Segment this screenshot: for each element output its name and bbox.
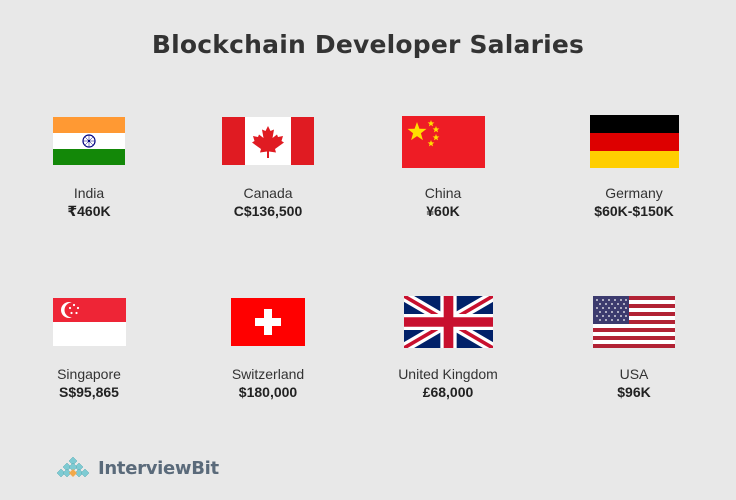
country-card-usa: USA $96K xyxy=(554,365,714,401)
salary-value: ¥60K xyxy=(426,203,460,219)
country-card-india: India ₹460K xyxy=(9,184,169,220)
country-card-switzerland: Switzerland $180,000 xyxy=(188,365,348,401)
usa-flag xyxy=(593,296,675,348)
country-name: Switzerland xyxy=(231,366,305,382)
country-card-china: China ¥60K xyxy=(363,184,523,220)
country-name: China xyxy=(424,185,462,201)
uk-flag xyxy=(404,296,493,348)
country-name: Singapore xyxy=(57,366,121,382)
india-flag xyxy=(53,117,125,165)
salary-value: ₹460K xyxy=(67,203,111,219)
germany-flag xyxy=(590,115,679,168)
canada-flag xyxy=(222,117,314,165)
salary-value: £68,000 xyxy=(422,384,474,400)
country-card-singapore: Singapore S$95,865 xyxy=(9,365,169,401)
country-name: India xyxy=(73,185,105,201)
interviewbit-logo: InterviewBit xyxy=(54,454,219,482)
salary-value: $180,000 xyxy=(238,384,298,400)
country-card-united-kingdom: United Kingdom £68,000 xyxy=(368,365,528,401)
salary-value: $60K-$150K xyxy=(594,203,674,219)
salary-value: $96K xyxy=(617,384,651,400)
singapore-flag xyxy=(53,298,126,346)
country-name: USA xyxy=(619,366,649,382)
country-name: Canada xyxy=(243,185,293,201)
switzerland-flag xyxy=(231,298,305,346)
country-card-germany: Germany $60K-$150K xyxy=(554,184,714,220)
brand-name: InterviewBit xyxy=(98,457,219,479)
china-flag xyxy=(402,116,485,168)
country-card-canada: Canada C$136,500 xyxy=(188,184,348,220)
page-title: Blockchain Developer Salaries xyxy=(151,30,585,59)
country-name: Germany xyxy=(605,185,663,201)
salary-value: C$136,500 xyxy=(233,203,303,219)
salary-value: S$95,865 xyxy=(59,384,119,400)
interviewbit-logo-icon xyxy=(56,456,90,478)
country-name: United Kingdom xyxy=(398,366,498,382)
